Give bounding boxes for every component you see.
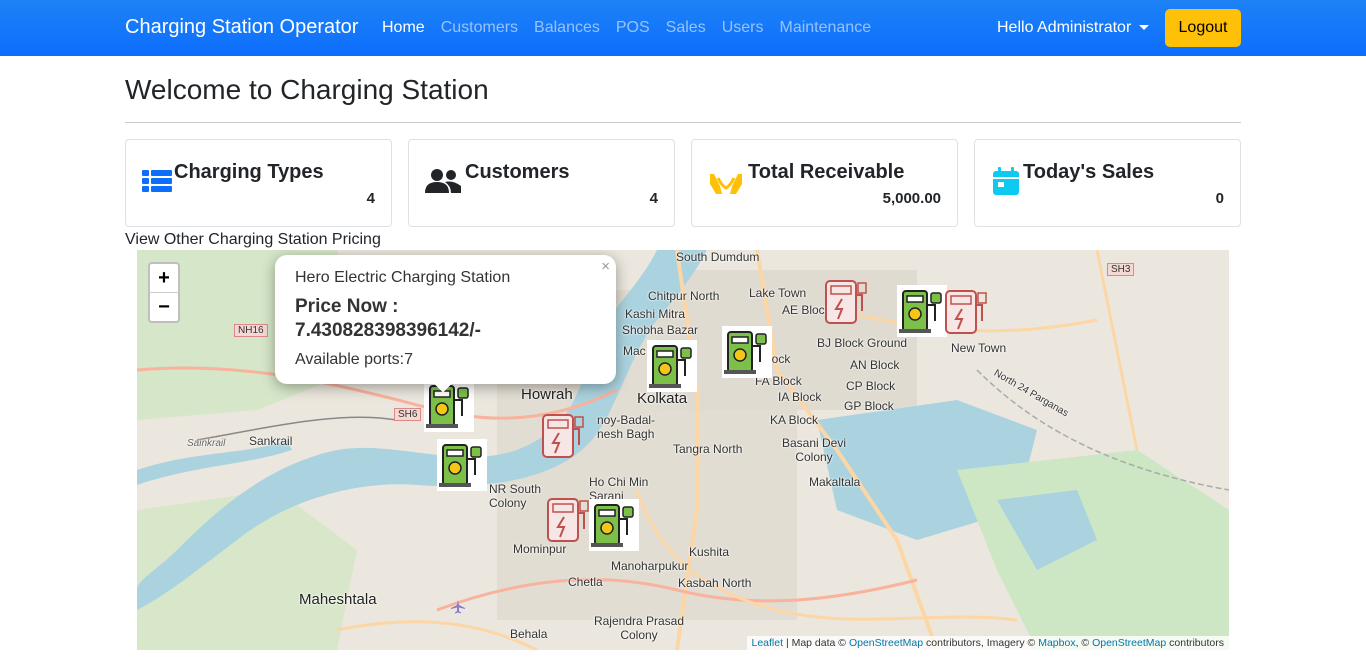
users-icon <box>425 169 461 193</box>
calendar-icon <box>993 167 1019 195</box>
card-customers: Customers 4 <box>408 139 675 227</box>
place-label: NR South Colony <box>489 482 542 510</box>
place-label: Howrah <box>521 386 573 403</box>
map-attribution: Leaflet | Map data © OpenStreetMap contr… <box>746 636 1229 650</box>
charging-station-marker[interactable] <box>437 439 487 491</box>
road-badge: NH16 <box>234 324 268 337</box>
place-label: IA Block <box>778 390 822 404</box>
place-label: Basani Devi Colony <box>781 436 847 464</box>
place-label: Chetla <box>568 575 603 589</box>
place-label: GP Block <box>844 399 894 413</box>
nav-home[interactable]: Home <box>382 19 425 37</box>
card-value: 0 <box>1215 190 1224 207</box>
zoom-control: + − <box>148 262 180 323</box>
station-popup: × Hero Electric Charging Station Price N… <box>275 255 616 384</box>
mapbox-link[interactable]: Mapbox <box>1038 637 1075 649</box>
attribution-text: contributors <box>1166 637 1224 649</box>
card-value: 4 <box>366 190 375 207</box>
card-label: Customers <box>465 161 570 183</box>
place-label: Kushita <box>689 545 730 559</box>
place-label: Kashi Mitra <box>625 307 686 321</box>
user-dropdown[interactable]: Hello Administrator <box>997 19 1150 37</box>
place-label: KA Block <box>770 413 819 427</box>
card-label: Total Receivable <box>748 161 905 183</box>
list-icon <box>142 170 172 192</box>
place-label: Lake Town <box>749 286 807 300</box>
attribution-text: | Map data © <box>783 637 849 649</box>
chevron-down-icon <box>1139 24 1150 30</box>
place-label: Mac <box>623 344 646 358</box>
view-other-pricing-link[interactable]: View Other Charging Station Pricing <box>125 231 381 249</box>
leaflet-link[interactable]: Leaflet <box>752 637 784 649</box>
place-label: Sankrail <box>249 434 293 448</box>
charging-station-marker[interactable] <box>722 326 772 378</box>
place-label: AN Block <box>850 358 900 372</box>
charging-station-red-marker[interactable] <box>822 277 872 329</box>
nav-balances[interactable]: Balances <box>534 19 600 37</box>
place-label: Kasbah North <box>678 576 752 590</box>
place-label: Behala <box>510 627 548 641</box>
place-label: noy-Badal-nesh Bagh <box>597 413 656 441</box>
nav-sales[interactable]: Sales <box>666 19 706 37</box>
card-todays-sales: Today's Sales 0 <box>974 139 1241 227</box>
place-label: lock <box>769 352 791 366</box>
place-label: Makaltala <box>809 475 861 489</box>
place-label: Rajendra Prasad Colony <box>593 614 685 642</box>
charging-station-marker[interactable] <box>647 340 697 392</box>
logout-button[interactable]: Logout <box>1165 9 1241 47</box>
zoom-in-button[interactable]: + <box>150 264 178 293</box>
nav-maintenance[interactable]: Maintenance <box>779 19 871 37</box>
charging-station-marker[interactable] <box>589 499 639 551</box>
card-label: Today's Sales <box>1023 161 1155 183</box>
charging-station-red-marker[interactable] <box>544 495 594 547</box>
card-charging-types: Charging Types 4 <box>125 139 392 227</box>
popup-tip <box>435 384 451 394</box>
place-label: New Town <box>951 341 1007 355</box>
hand-holding-icon <box>710 174 742 194</box>
place-label: Maheshtala <box>299 591 377 608</box>
osm-link[interactable]: OpenStreetMap <box>1092 637 1166 649</box>
place-label: CP Block <box>846 379 896 393</box>
nav-links: Home Customers Balances POS Sales Users … <box>382 19 871 37</box>
place-label: Manoharpukur <box>611 559 689 573</box>
place-label: BJ Block Ground <box>817 336 908 350</box>
place-label: South Dumdum <box>676 250 760 264</box>
page-title: Welcome to Charging Station <box>125 74 489 105</box>
divider <box>125 122 1241 123</box>
attribution-text: contributors, Imagery © <box>923 637 1039 649</box>
place-label: Kolkata <box>637 390 688 407</box>
osm-link[interactable]: OpenStreetMap <box>849 637 923 649</box>
place-label: Sainkrail <box>187 438 226 449</box>
nav-users[interactable]: Users <box>722 19 764 37</box>
card-total-receivable: Total Receivable 5,000.00 <box>691 139 958 227</box>
user-greeting: Hello Administrator <box>997 19 1132 36</box>
road-badge: SH3 <box>1107 263 1135 276</box>
nav-pos[interactable]: POS <box>616 19 650 37</box>
zoom-out-button[interactable]: − <box>150 293 178 322</box>
popup-station-name: Hero Electric Charging Station <box>295 269 511 286</box>
charging-station-red-marker[interactable] <box>539 411 589 463</box>
map[interactable]: + − NH16 SH6 SH3 South Dumdum Chitpur No… <box>137 250 1229 650</box>
nav-customers[interactable]: Customers <box>441 19 518 37</box>
place-label: Tangra North <box>673 442 743 456</box>
card-value: 4 <box>649 190 658 207</box>
card-label: Charging Types <box>174 161 324 183</box>
popup-price: Price Now :7.430828398396142/- <box>295 296 481 341</box>
road-badge: SH6 <box>394 408 422 421</box>
charging-station-red-marker[interactable] <box>942 287 992 339</box>
close-icon[interactable]: × <box>601 258 610 275</box>
top-navbar: Charging Station Operator Home Customers… <box>0 0 1366 56</box>
attribution-text: , © <box>1075 637 1093 649</box>
place-label: Chitpur North <box>648 289 720 303</box>
brand-title[interactable]: Charging Station Operator <box>125 16 358 39</box>
airport-icon <box>451 600 465 614</box>
charging-station-marker[interactable] <box>897 285 947 337</box>
popup-ports: Available ports:7 <box>295 351 413 368</box>
card-value: 5,000.00 <box>882 190 941 207</box>
place-label: Shobha Bazar <box>622 323 699 337</box>
